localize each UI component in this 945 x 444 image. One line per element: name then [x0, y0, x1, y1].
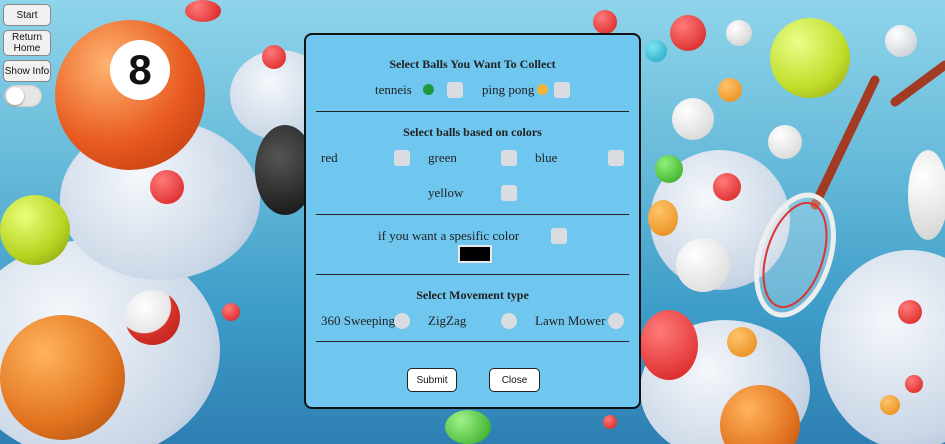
submit-button[interactable]: Submit [407, 368, 457, 392]
ball [905, 375, 923, 393]
lawnmower-label: Lawn Mower [535, 313, 606, 328]
yellow-label: yellow [428, 185, 464, 200]
color-picker-input[interactable] [458, 245, 492, 263]
return-home-button[interactable]: Return Home [3, 30, 51, 56]
ball [150, 170, 184, 204]
blue-label: blue [535, 150, 558, 165]
sweeping-radio[interactable] [394, 313, 410, 329]
ball [713, 173, 741, 201]
toggle-switch[interactable] [4, 85, 42, 107]
ball [908, 150, 945, 240]
ball [445, 410, 491, 444]
ball [885, 25, 917, 57]
ball-section-title: Select Balls You Want To Collect [389, 57, 556, 71]
tennis-racket-icon [754, 75, 880, 318]
show-info-button[interactable]: Show Info [3, 60, 51, 82]
pingpong-checkbox[interactable] [554, 82, 570, 98]
divider [316, 274, 629, 275]
ball [648, 200, 678, 236]
specific-color-checkbox[interactable] [551, 228, 567, 244]
blue-checkbox[interactable] [608, 150, 624, 166]
divider [316, 214, 629, 215]
green-checkbox[interactable] [501, 150, 517, 166]
ball [726, 20, 752, 46]
billiard-ball [640, 310, 698, 380]
baseball [676, 238, 730, 292]
divider [316, 341, 629, 342]
zigzag-label: ZigZag [428, 313, 467, 328]
ball [672, 98, 714, 140]
zigzag-radio[interactable] [501, 313, 517, 329]
green-label: green [428, 150, 457, 165]
billiard-ball [670, 15, 706, 51]
ball [603, 415, 617, 429]
divider [316, 111, 629, 112]
ball [593, 10, 617, 34]
ball [222, 303, 240, 321]
tennis-ball-icon [423, 84, 434, 95]
lawnmower-radio[interactable] [608, 313, 624, 329]
ball [645, 40, 667, 62]
ball [262, 45, 286, 69]
ball [655, 155, 683, 183]
ball [125, 290, 180, 345]
close-button[interactable]: Close [489, 368, 540, 392]
tennis-ball [0, 195, 70, 265]
basketball [0, 315, 125, 440]
red-checkbox[interactable] [394, 150, 410, 166]
movement-section-title: Select Movement type [416, 288, 529, 302]
color-section-title: Select balls based on colors [403, 125, 542, 139]
specific-color-label: if you want a spesific color [378, 228, 520, 243]
racket-handle-icon [890, 60, 945, 107]
pingpong-ball-icon [537, 84, 548, 95]
tennis-label: tenneis [375, 82, 412, 97]
ball [880, 395, 900, 415]
sweeping-label: 360 Sweeping [321, 313, 396, 328]
billiard-ball-8: 8 [55, 20, 205, 170]
ball-selection-modal: Select Balls You Want To Collect tenneis… [304, 33, 641, 409]
toggle-knob [6, 87, 24, 105]
pingpong-label: ping pong [482, 82, 535, 97]
ball [718, 78, 742, 102]
red-label: red [321, 150, 338, 165]
start-button[interactable]: Start [3, 4, 51, 26]
ball [185, 0, 221, 22]
ball [898, 300, 922, 324]
yellow-checkbox[interactable] [501, 185, 517, 201]
tennis-checkbox[interactable] [447, 82, 463, 98]
